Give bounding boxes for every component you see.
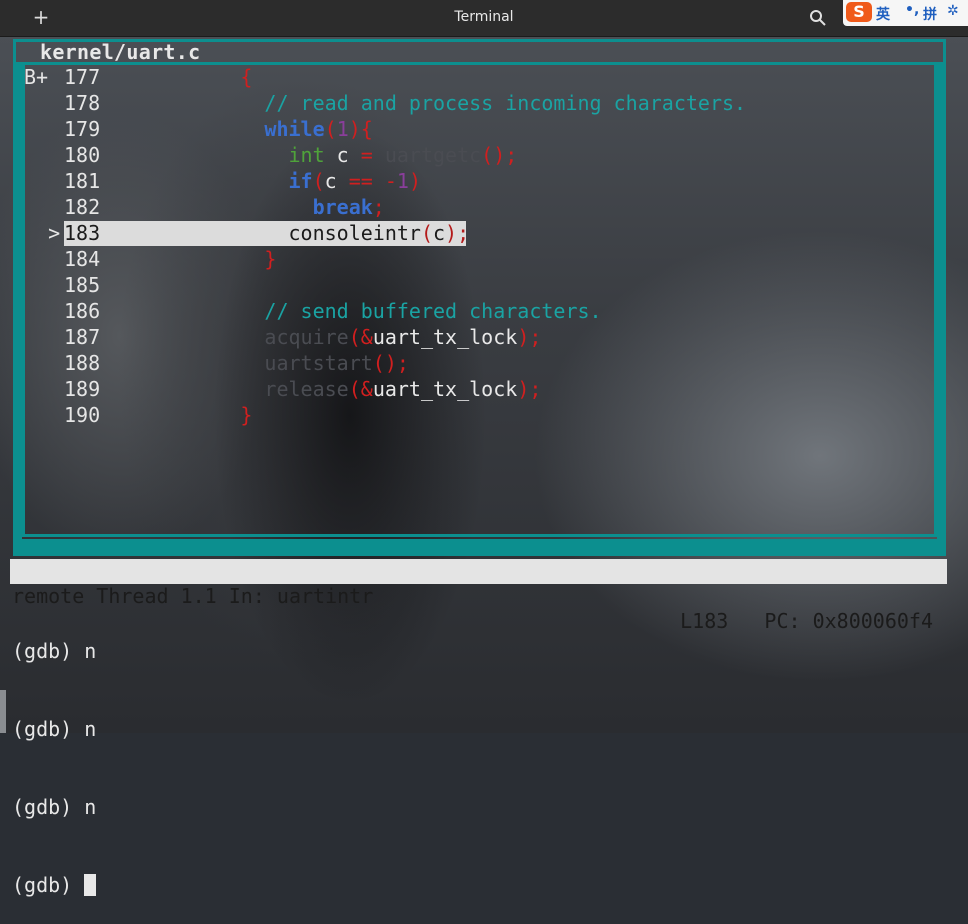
line-code: // send buffered characters. — [264, 299, 602, 323]
console-line: (gdb) n — [12, 795, 97, 819]
line-code: acquire(&uart_tx_lock); — [264, 325, 542, 349]
gear-icon[interactable]: ✲ — [947, 3, 959, 19]
line-code: // read and process incoming characters. — [264, 91, 747, 115]
line-code: while(1){ — [264, 117, 373, 141]
line-code: uartstart(); — [264, 351, 409, 375]
ime-language-toggle[interactable]: 英 — [876, 4, 890, 24]
gdb-prompt: (gdb) — [12, 873, 85, 897]
line-number: 180 — [64, 143, 101, 167]
line-number: 189 — [64, 377, 101, 401]
line-code: } — [264, 247, 277, 271]
line-number: 188 — [64, 351, 101, 375]
line-number: 184 — [64, 247, 101, 271]
console-line: (gdb) n — [12, 639, 97, 663]
terminal-title-bar: + Terminal — [0, 0, 968, 37]
console-line: (gdb) n — [12, 717, 97, 741]
line-number: 186 — [64, 299, 101, 323]
line-code: release(&uart_tx_lock); — [264, 377, 542, 401]
line-code: consoleintr(c); — [288, 221, 470, 245]
line-code: } — [240, 403, 253, 427]
scrollbar[interactable] — [0, 690, 6, 733]
line-number: 190 — [64, 403, 101, 427]
line-marker: B+ — [24, 65, 49, 89]
input-method-toolbar[interactable]: S 英 •, 拼 ✲ — [843, 0, 968, 26]
line-number: 183 — [64, 221, 101, 245]
line-number: 181 — [64, 169, 101, 193]
line-number: 185 — [64, 273, 101, 297]
status-bar: remote Thread 1.1 In: uartintr L183 PC: … — [10, 559, 947, 633]
search-icon[interactable] — [808, 8, 828, 28]
line-marker: > — [24, 221, 61, 245]
line-code: if(c == -1) — [288, 169, 422, 193]
pc-status: L183 PC: 0x800060f4 — [680, 609, 933, 633]
ime-pinyin-toggle[interactable]: 拼 — [923, 4, 937, 24]
ime-punctuation-toggle[interactable]: •, — [905, 2, 919, 18]
line-number: 177 — [64, 65, 101, 89]
source-file-title: kernel/uart.c — [40, 40, 201, 64]
line-number: 187 — [64, 325, 101, 349]
gdb-console[interactable]: (gdb) n (gdb) n (gdb) n (gdb) — [12, 586, 96, 924]
line-number: 179 — [64, 117, 101, 141]
source-code-listing: B+ 177 {178 // read and process incoming … — [24, 64, 934, 524]
gdb-prompt-input[interactable]: (gdb) — [12, 872, 97, 898]
line-code: break; — [312, 195, 385, 219]
line-code: int c = uartgetc(); — [288, 143, 518, 167]
text-cursor — [84, 874, 97, 896]
line-number: 178 — [64, 91, 101, 115]
ime-logo[interactable]: S — [846, 2, 872, 22]
line-number: 182 — [64, 195, 101, 219]
line-code: { — [240, 65, 253, 89]
